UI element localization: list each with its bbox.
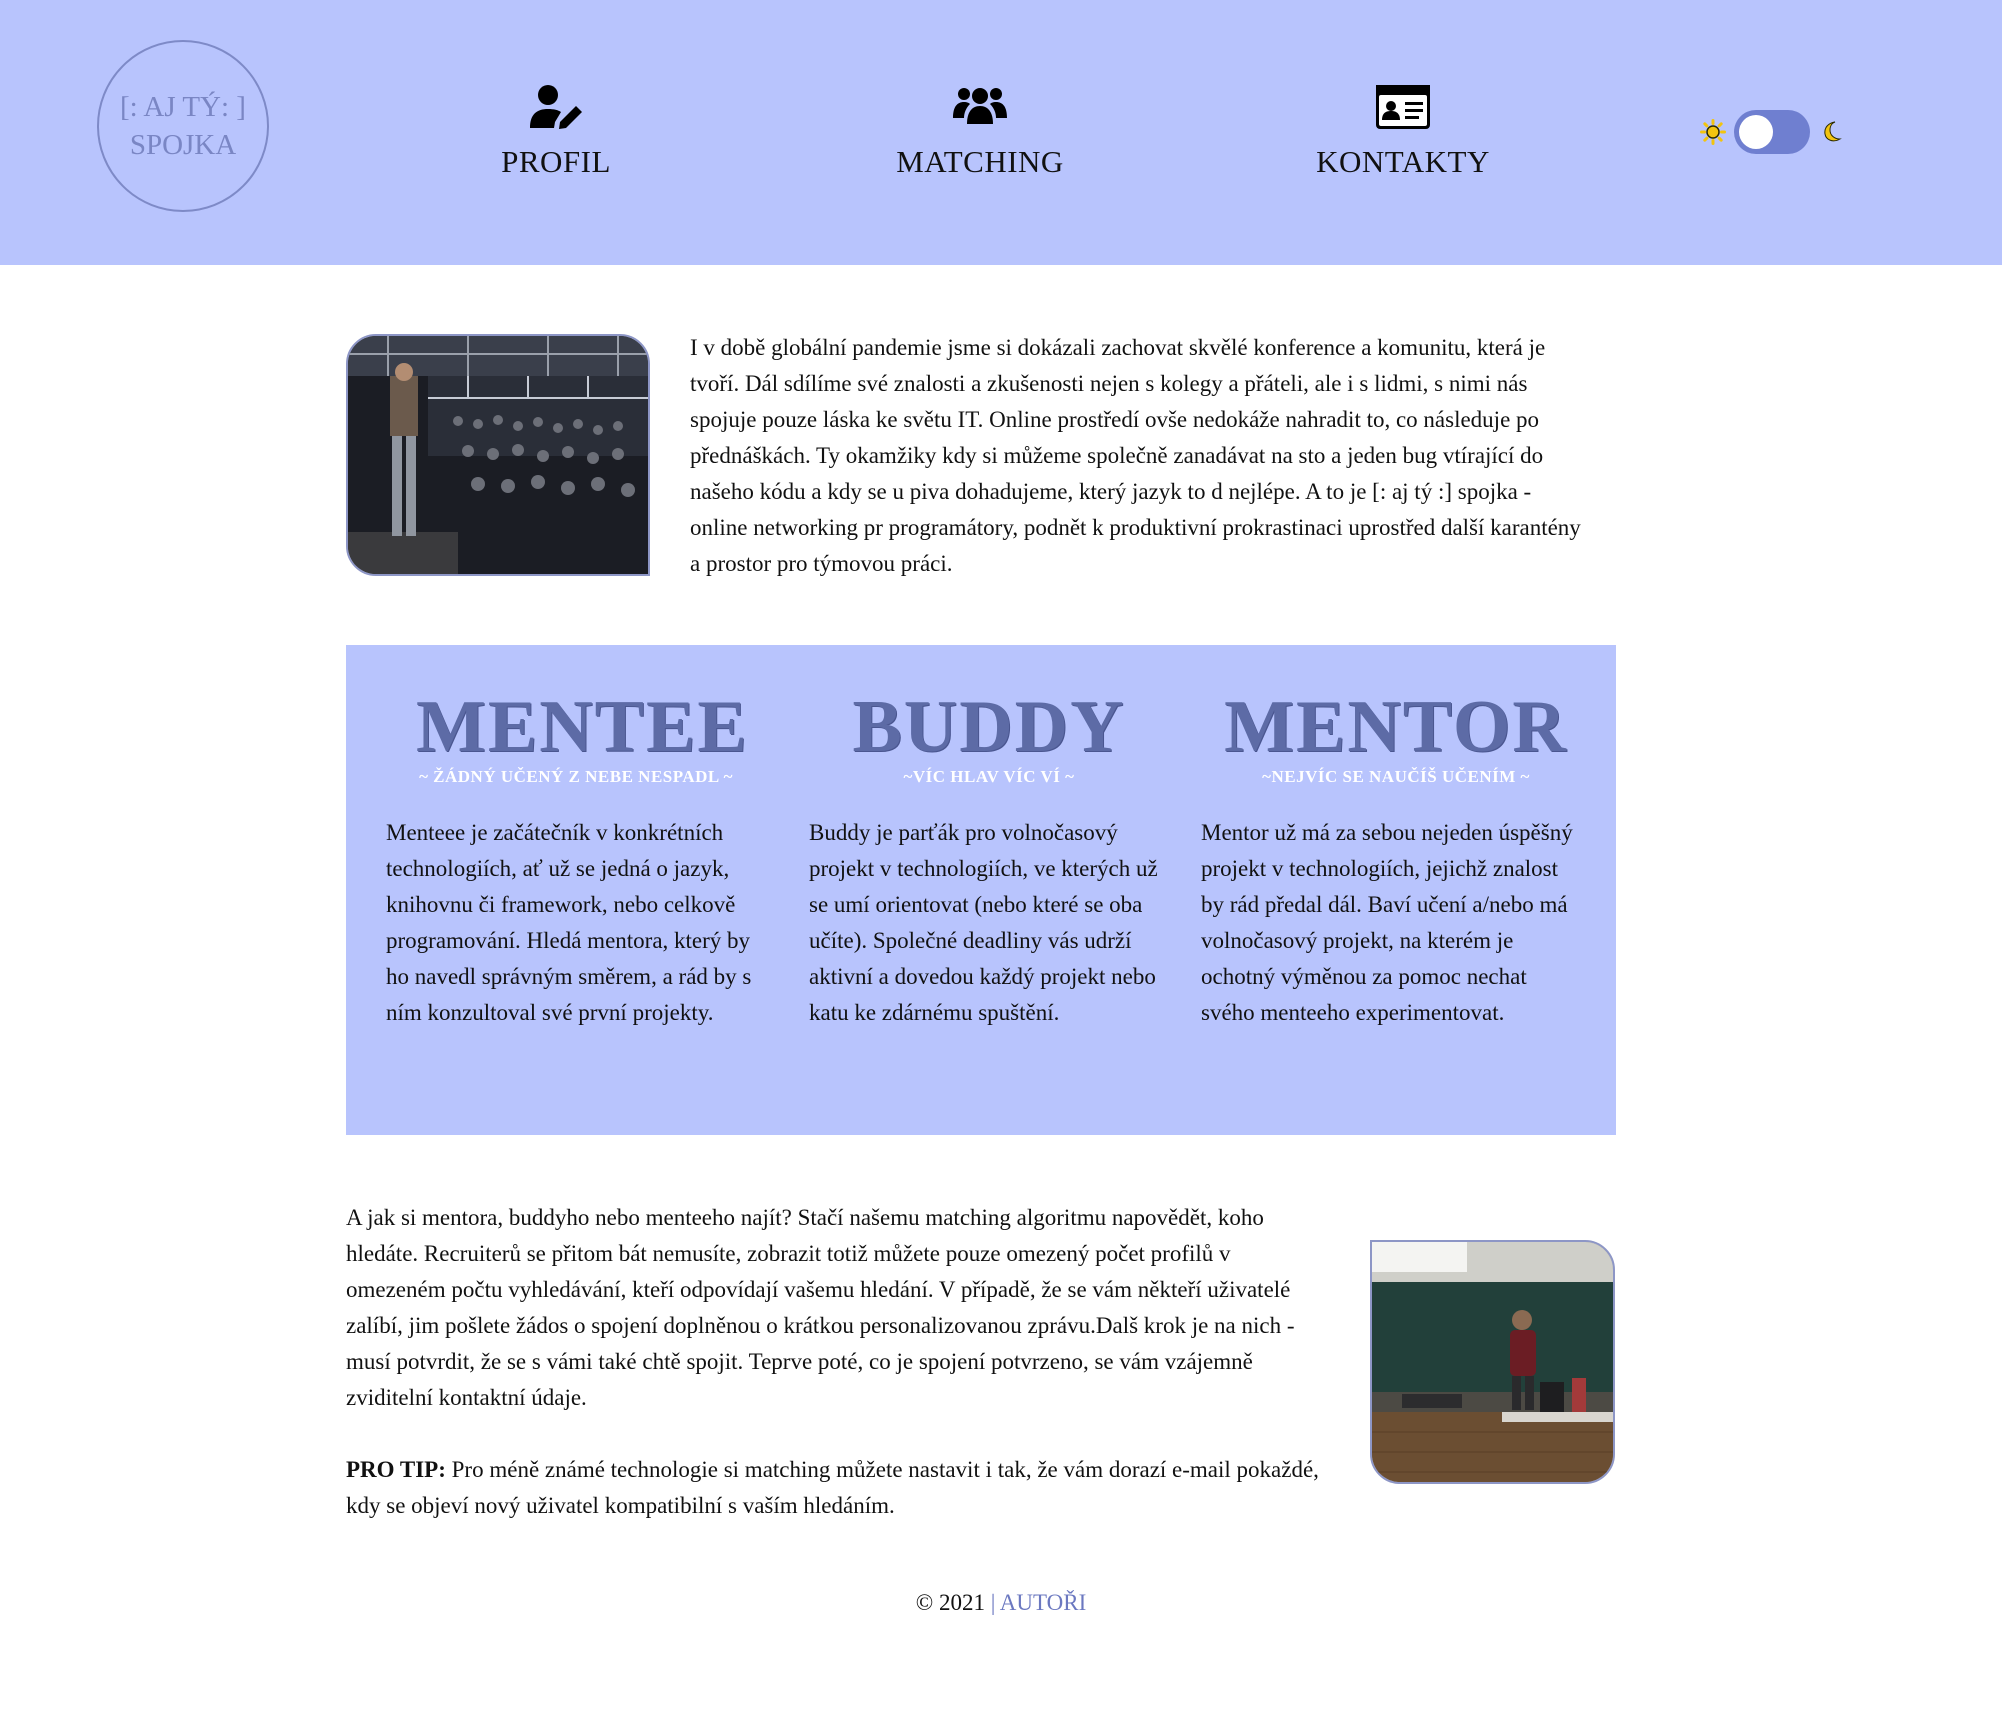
users-icon xyxy=(953,88,1007,124)
intro-paragraph: I v době globální pandemie jsme si dokáz… xyxy=(690,335,1581,576)
role-motto: ~ ŽÁDNÝ UČENÝ Z NEBE NESPADL ~ xyxy=(419,767,733,786)
nav-label: KONTAKTY xyxy=(1316,144,1490,179)
conference-photo xyxy=(346,334,650,576)
matching-paragraph: A jak si mentora, buddyho nebo menteeho … xyxy=(346,1205,1295,1410)
role-description: Mentor už má za sebou nejeden úspěšný pr… xyxy=(1201,820,1573,1025)
copyright: © 2021 xyxy=(915,1590,985,1615)
nav-item-kontakty[interactable]: KONTAKTY xyxy=(1316,84,1490,180)
footer-separator: | xyxy=(984,1590,1000,1615)
header: [: AJ TÝ: ] SPOJKA PROFIL MATCHING KONTA… xyxy=(0,0,2002,265)
authors-link[interactable]: AUTOŘI xyxy=(1000,1590,1086,1615)
role-motto: ~VÍC HLAV VÍC VÍ ~ xyxy=(903,767,1075,786)
role-motto: ~NEJVÍC SE NAUČÍŠ UČENÍM ~ xyxy=(1262,767,1530,786)
toggle-knob xyxy=(1739,115,1773,149)
conference-photo-image xyxy=(348,336,648,574)
lecture-photo xyxy=(1370,1240,1615,1484)
footer: © 2021 | AUTOŘI xyxy=(0,1590,2002,1616)
role-mentor: MENTOR ~NEJVÍC SE NAUČÍŠ UČENÍM ~ Mentor… xyxy=(1201,685,1581,1054)
role-title: BUDDY xyxy=(852,686,1126,768)
theme-toggle-switch[interactable] xyxy=(1734,110,1810,154)
pro-tip-text: Pro méně známé technologie si matching m… xyxy=(346,1457,1319,1518)
lecture-photo-image xyxy=(1372,1242,1613,1482)
role-title: MENTOR xyxy=(1224,686,1568,768)
role-mentee: MENTEE ~ ŽÁDNÝ UČENÝ Z NEBE NESPADL ~ Me… xyxy=(386,685,776,1054)
user-edit-icon xyxy=(530,85,582,129)
role-buddy: BUDDY ~VÍC HLAV VÍC VÍ ~ Buddy je parťák… xyxy=(809,685,1159,1054)
pro-tip-label: PRO TIP: xyxy=(346,1457,446,1482)
nav-item-matching[interactable]: MATCHING xyxy=(896,84,1064,180)
logo-line-2: SPOJKA xyxy=(129,129,237,161)
pro-tip: PRO TIP: Pro méně známé technologie si m… xyxy=(346,1452,1326,1524)
logo-line-1: [: AJ TÝ: ] xyxy=(120,91,246,123)
nav-label: MATCHING xyxy=(896,144,1064,179)
id-card-icon xyxy=(1376,85,1430,129)
logo[interactable]: [: AJ TÝ: ] SPOJKA xyxy=(97,40,269,212)
nav-item-profil[interactable]: PROFIL xyxy=(501,84,611,180)
nav-label: PROFIL xyxy=(501,144,611,179)
moon-icon xyxy=(1824,121,1842,142)
theme-toggle xyxy=(1700,110,1844,154)
intro-section: I v době globální pandemie jsme si dokáz… xyxy=(690,330,1590,582)
sun-icon xyxy=(1700,119,1726,145)
role-description: Menteee je začátečník v konkrétních tech… xyxy=(386,820,752,1025)
matching-section: A jak si mentora, buddyho nebo menteeho … xyxy=(346,1200,1326,1524)
role-title: MENTEE xyxy=(416,686,749,768)
roles-section: MENTEE ~ ŽÁDNÝ UČENÝ Z NEBE NESPADL ~ Me… xyxy=(346,645,1616,1135)
role-description: Buddy je parťák pro volnočasový projekt … xyxy=(809,820,1158,1025)
